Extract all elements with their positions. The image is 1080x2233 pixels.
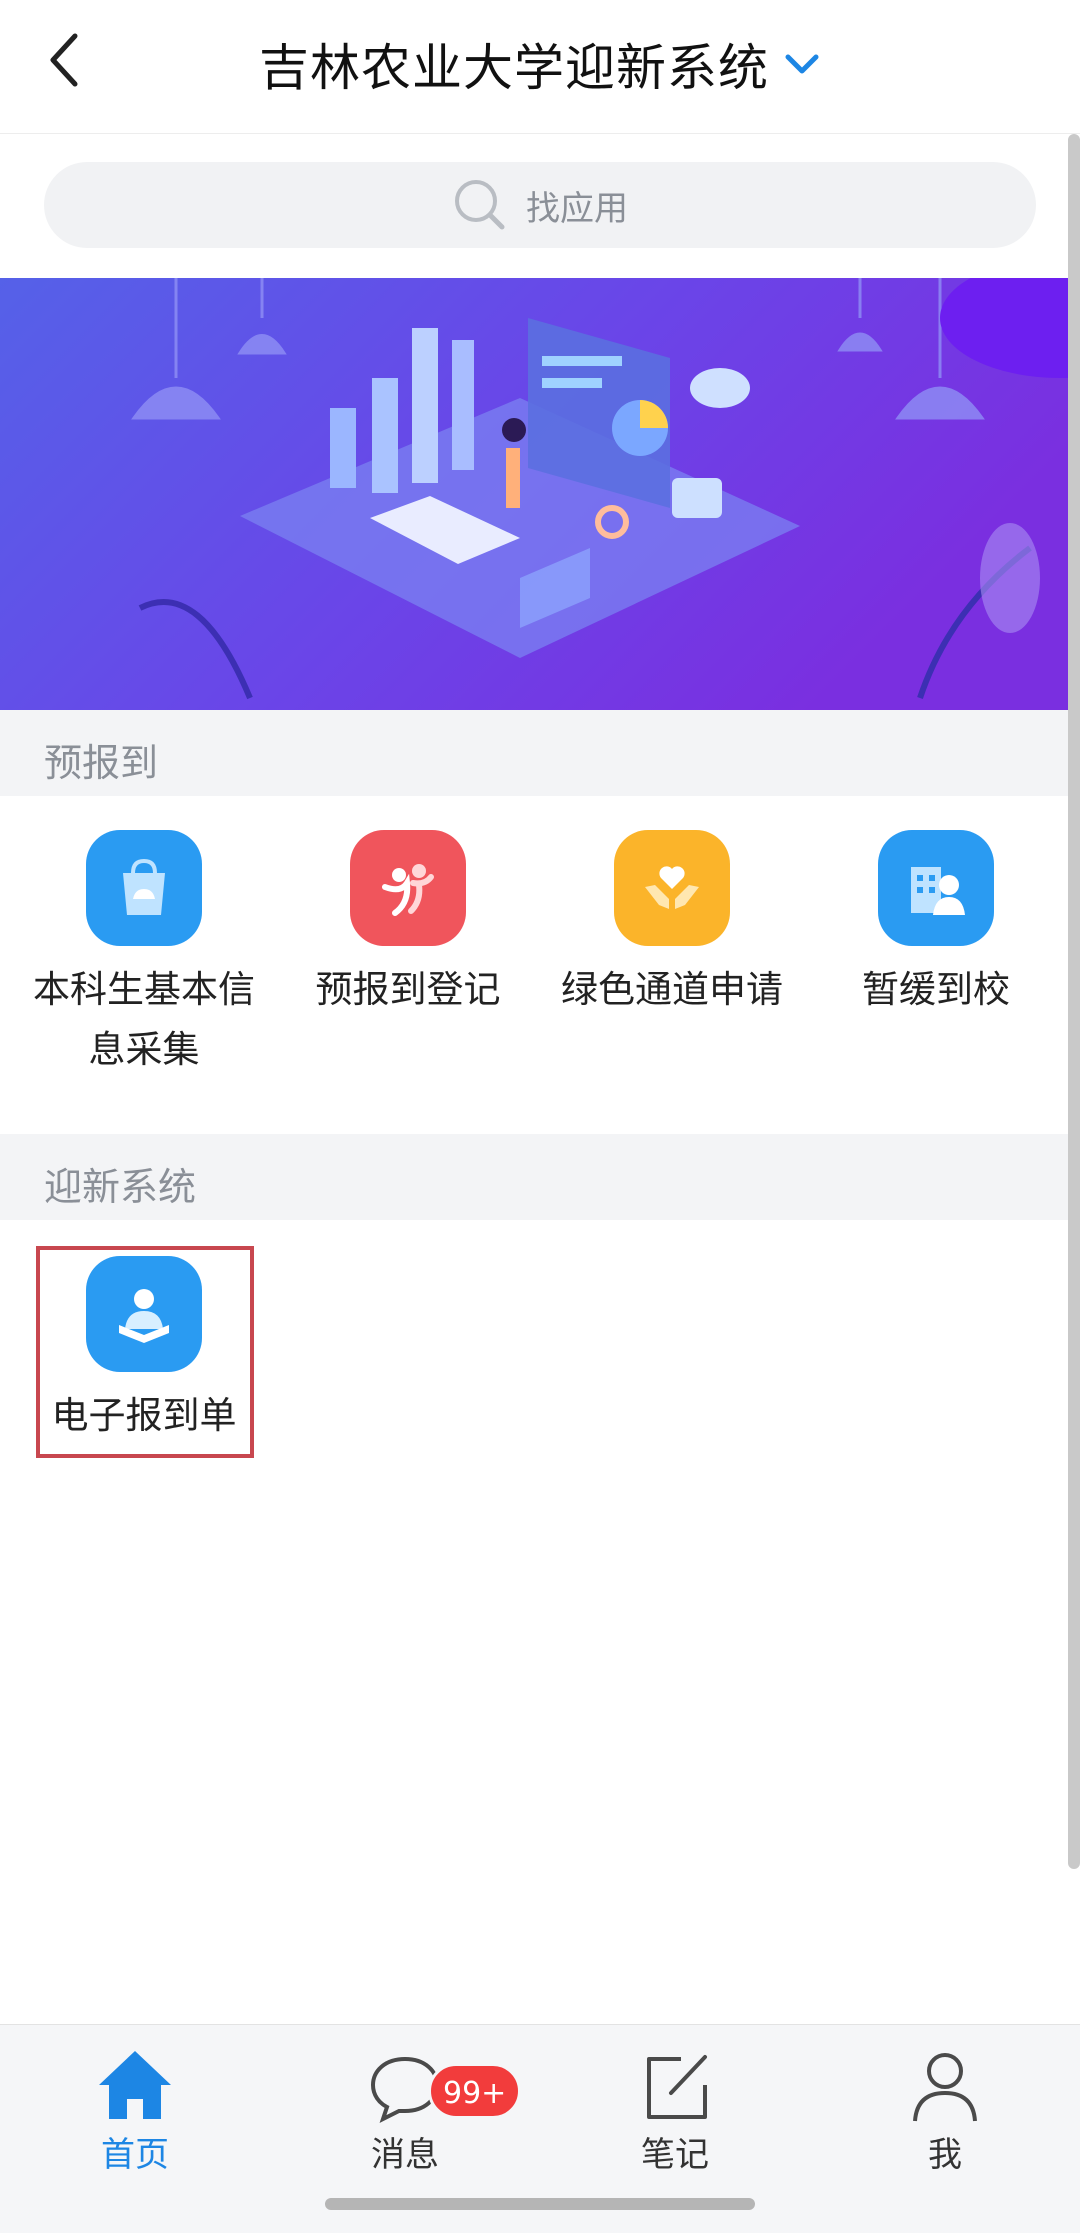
tab-label: 我: [928, 2135, 962, 2175]
user-icon: [905, 2045, 985, 2125]
chevron-down-icon: [783, 45, 821, 83]
tab-label: 首页: [101, 2135, 169, 2175]
app-label: 暂缓到校: [862, 968, 1010, 1011]
app-basic-info[interactable]: 本科生基本信息采集: [12, 830, 276, 1080]
app-preregistration[interactable]: 预报到登记: [276, 830, 540, 1020]
page-title: 吉林农业大学迎新系统: [259, 39, 769, 97]
tab-home[interactable]: 首页: [0, 2045, 270, 2176]
banner-image[interactable]: [0, 278, 1068, 710]
section-title: 预报到: [44, 741, 159, 785]
edit-note-icon: [635, 2045, 715, 2125]
section-header-welcome-system: 迎新系统: [0, 1134, 1068, 1220]
unread-badge: 99+: [428, 2063, 522, 2119]
bag-icon: [86, 830, 202, 946]
tab-me[interactable]: 我: [810, 2045, 1080, 2176]
app-label: 绿色通道申请: [561, 968, 783, 1011]
app-label: 预报到登记: [315, 968, 501, 1011]
home-icon: [95, 2045, 175, 2125]
section-title: 迎新系统: [44, 1165, 197, 1209]
home-indicator[interactable]: [325, 2198, 755, 2210]
app-defer-arrival[interactable]: 暂缓到校: [804, 830, 1068, 1020]
person-building-icon: [878, 830, 994, 946]
tab-label: 消息: [371, 2135, 439, 2175]
search-icon: [455, 180, 505, 230]
app-label: 本科生基本信息采集: [33, 968, 255, 1071]
title-dropdown[interactable]: 吉林农业大学迎新系统: [0, 28, 1080, 100]
search-placeholder: 找应用: [526, 188, 628, 229]
tab-label: 笔记: [641, 2135, 709, 2175]
app-header: 吉林农业大学迎新系统: [0, 0, 1080, 134]
section-header-preregistration: 预报到: [0, 710, 1068, 796]
scrollbar[interactable]: [1068, 134, 1080, 1869]
tab-notes[interactable]: 笔记: [540, 2045, 810, 2176]
heart-hands-icon: [614, 830, 730, 946]
tab-messages[interactable]: 99+ 消息: [270, 2045, 540, 2176]
search-input[interactable]: 找应用: [44, 162, 1036, 248]
highlight-box: [36, 1246, 254, 1458]
people-icon: [350, 830, 466, 946]
app-green-channel[interactable]: 绿色通道申请: [540, 830, 804, 1020]
